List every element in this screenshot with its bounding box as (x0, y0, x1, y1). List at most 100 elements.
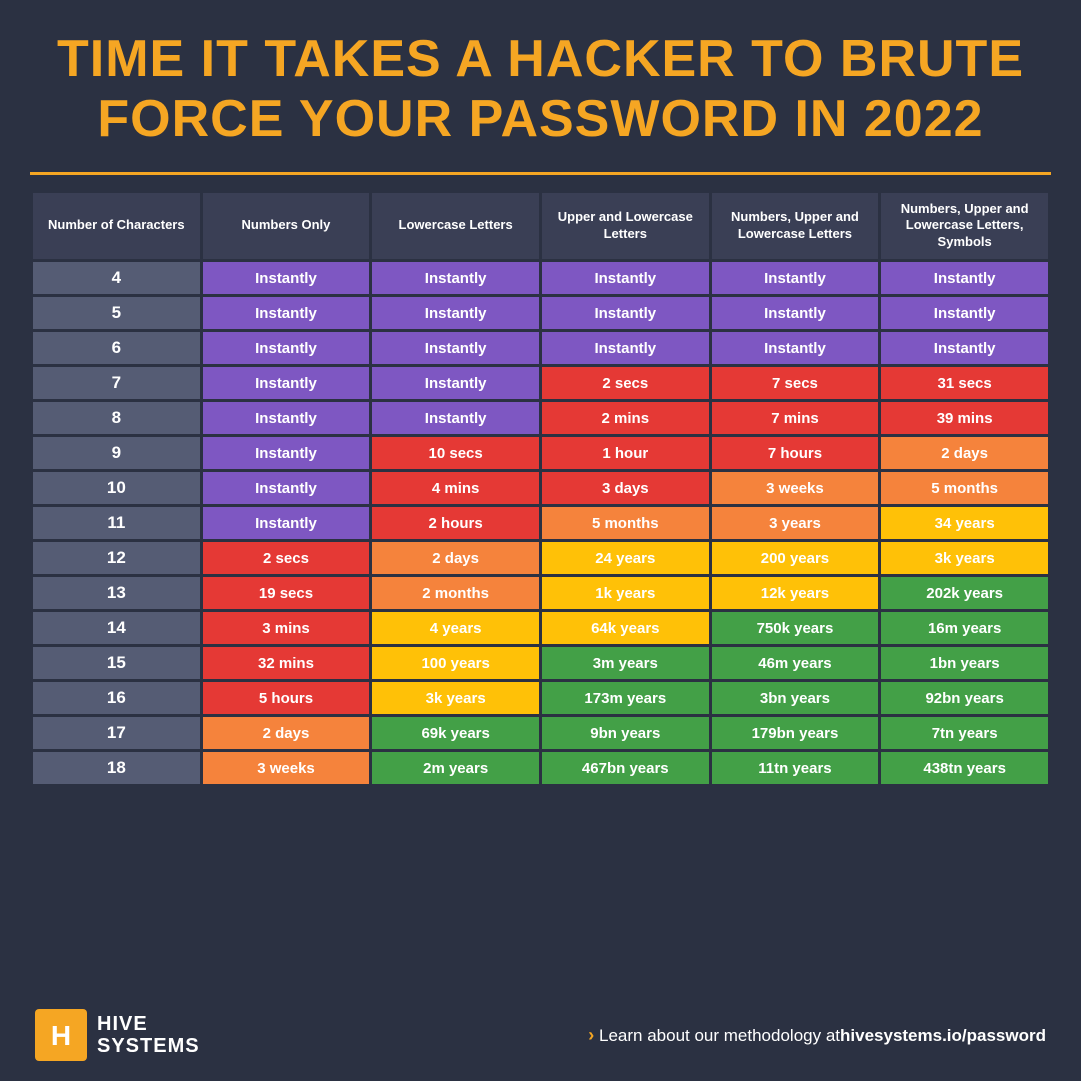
cell-col4: Instantly (712, 297, 879, 329)
cell-col1: Instantly (203, 507, 370, 539)
cell-col3: 5 months (542, 507, 709, 539)
cell-col5: 92bn years (881, 682, 1048, 714)
cell-col2: 2m years (372, 752, 539, 784)
footer-link[interactable]: › Learn about our methodology athivesyst… (588, 1025, 1046, 1046)
cell-chars: 11 (33, 507, 200, 539)
col-header-numbers-upper-lower: Numbers, Upper and Lowercase Letters (712, 193, 879, 260)
cell-chars: 7 (33, 367, 200, 399)
table-row: 6InstantlyInstantlyInstantlyInstantlyIns… (33, 332, 1048, 364)
cell-col4: 200 years (712, 542, 879, 574)
cell-col1: 2 secs (203, 542, 370, 574)
cell-col3: 2 secs (542, 367, 709, 399)
cell-col5: 1bn years (881, 647, 1048, 679)
cell-chars: 6 (33, 332, 200, 364)
cell-col2: 10 secs (372, 437, 539, 469)
cell-col3: 467bn years (542, 752, 709, 784)
cell-col3: 24 years (542, 542, 709, 574)
cell-col2: Instantly (372, 402, 539, 434)
cell-col1: 5 hours (203, 682, 370, 714)
footer-link-url: hivesystems.io/password (840, 1026, 1046, 1045)
cell-col4: 3bn years (712, 682, 879, 714)
table-row: 172 days69k years9bn years179bn years7tn… (33, 717, 1048, 749)
table-row: 183 weeks2m years467bn years11tn years43… (33, 752, 1048, 784)
cell-col1: Instantly (203, 297, 370, 329)
table-row: 1532 mins100 years3m years46m years1bn y… (33, 647, 1048, 679)
cell-col4: 3 weeks (712, 472, 879, 504)
cell-col2: 69k years (372, 717, 539, 749)
cell-col5: Instantly (881, 297, 1048, 329)
cell-col3: 173m years (542, 682, 709, 714)
cell-col3: 3m years (542, 647, 709, 679)
table-header-row: Number of Characters Numbers Only Lowerc… (33, 193, 1048, 260)
cell-col1: Instantly (203, 402, 370, 434)
cell-col3: 2 mins (542, 402, 709, 434)
table-row: 143 mins4 years64k years750k years16m ye… (33, 612, 1048, 644)
cell-col5: 3k years (881, 542, 1048, 574)
col-header-numbers: Numbers Only (203, 193, 370, 260)
cell-col2: 2 days (372, 542, 539, 574)
cell-col2: 4 mins (372, 472, 539, 504)
cell-col4: 7 hours (712, 437, 879, 469)
table-body: 4InstantlyInstantlyInstantlyInstantlyIns… (33, 262, 1048, 784)
password-table: Number of Characters Numbers Only Lowerc… (30, 190, 1051, 788)
cell-chars: 17 (33, 717, 200, 749)
cell-chars: 12 (33, 542, 200, 574)
cell-col4: 12k years (712, 577, 879, 609)
cell-col3: 64k years (542, 612, 709, 644)
cell-col4: 7 secs (712, 367, 879, 399)
cell-col2: 2 hours (372, 507, 539, 539)
col-header-all: Numbers, Upper and Lowercase Letters, Sy… (881, 193, 1048, 260)
cell-col1: 3 mins (203, 612, 370, 644)
cell-col5: 202k years (881, 577, 1048, 609)
cell-col4: Instantly (712, 332, 879, 364)
cell-chars: 4 (33, 262, 200, 294)
page-title: TIME IT TAKES A HACKER TO BRUTE FORCE YO… (30, 30, 1051, 150)
col-header-chars: Number of Characters (33, 193, 200, 260)
cell-col5: 31 secs (881, 367, 1048, 399)
cell-col5: Instantly (881, 332, 1048, 364)
table-row: 10Instantly4 mins3 days3 weeks5 months (33, 472, 1048, 504)
cell-col1: Instantly (203, 367, 370, 399)
hive-logo-icon: H (35, 1009, 87, 1061)
cell-col5: 16m years (881, 612, 1048, 644)
cell-col1: 3 weeks (203, 752, 370, 784)
cell-col2: 4 years (372, 612, 539, 644)
cell-col3: 3 days (542, 472, 709, 504)
cell-chars: 9 (33, 437, 200, 469)
table-row: 5InstantlyInstantlyInstantlyInstantlyIns… (33, 297, 1048, 329)
logo-text: HIVE SYSTEMS (97, 1013, 200, 1057)
cell-col4: Instantly (712, 262, 879, 294)
cell-col3: 1 hour (542, 437, 709, 469)
table-row: 9Instantly10 secs1 hour7 hours2 days (33, 437, 1048, 469)
footer-arrow: › (588, 1025, 594, 1045)
cell-col3: Instantly (542, 262, 709, 294)
logo-area: H HIVE SYSTEMS (35, 1009, 200, 1061)
footer: H HIVE SYSTEMS › Learn about our methodo… (30, 1009, 1051, 1061)
gold-divider (30, 172, 1051, 175)
cell-chars: 5 (33, 297, 200, 329)
footer-link-prefix: Learn about our methodology at (599, 1026, 840, 1045)
cell-chars: 14 (33, 612, 200, 644)
cell-col2: 100 years (372, 647, 539, 679)
col-header-upper-lower: Upper and Lowercase Letters (542, 193, 709, 260)
cell-col5: 438tn years (881, 752, 1048, 784)
cell-col4: 750k years (712, 612, 879, 644)
cell-col1: 32 mins (203, 647, 370, 679)
cell-col5: 7tn years (881, 717, 1048, 749)
cell-col2: Instantly (372, 262, 539, 294)
table-wrapper: Number of Characters Numbers Only Lowerc… (30, 190, 1051, 997)
cell-col2: Instantly (372, 332, 539, 364)
cell-chars: 8 (33, 402, 200, 434)
cell-col1: Instantly (203, 262, 370, 294)
cell-col1: Instantly (203, 437, 370, 469)
cell-col4: 7 mins (712, 402, 879, 434)
cell-col1: Instantly (203, 332, 370, 364)
page-header: TIME IT TAKES A HACKER TO BRUTE FORCE YO… (30, 30, 1051, 150)
table-row: 8InstantlyInstantly2 mins7 mins39 mins (33, 402, 1048, 434)
cell-col1: 2 days (203, 717, 370, 749)
table-row: 1319 secs2 months1k years12k years202k y… (33, 577, 1048, 609)
table-row: 4InstantlyInstantlyInstantlyInstantlyIns… (33, 262, 1048, 294)
page-container: TIME IT TAKES A HACKER TO BRUTE FORCE YO… (0, 0, 1081, 1081)
table-row: 122 secs2 days24 years200 years3k years (33, 542, 1048, 574)
cell-col5: Instantly (881, 262, 1048, 294)
